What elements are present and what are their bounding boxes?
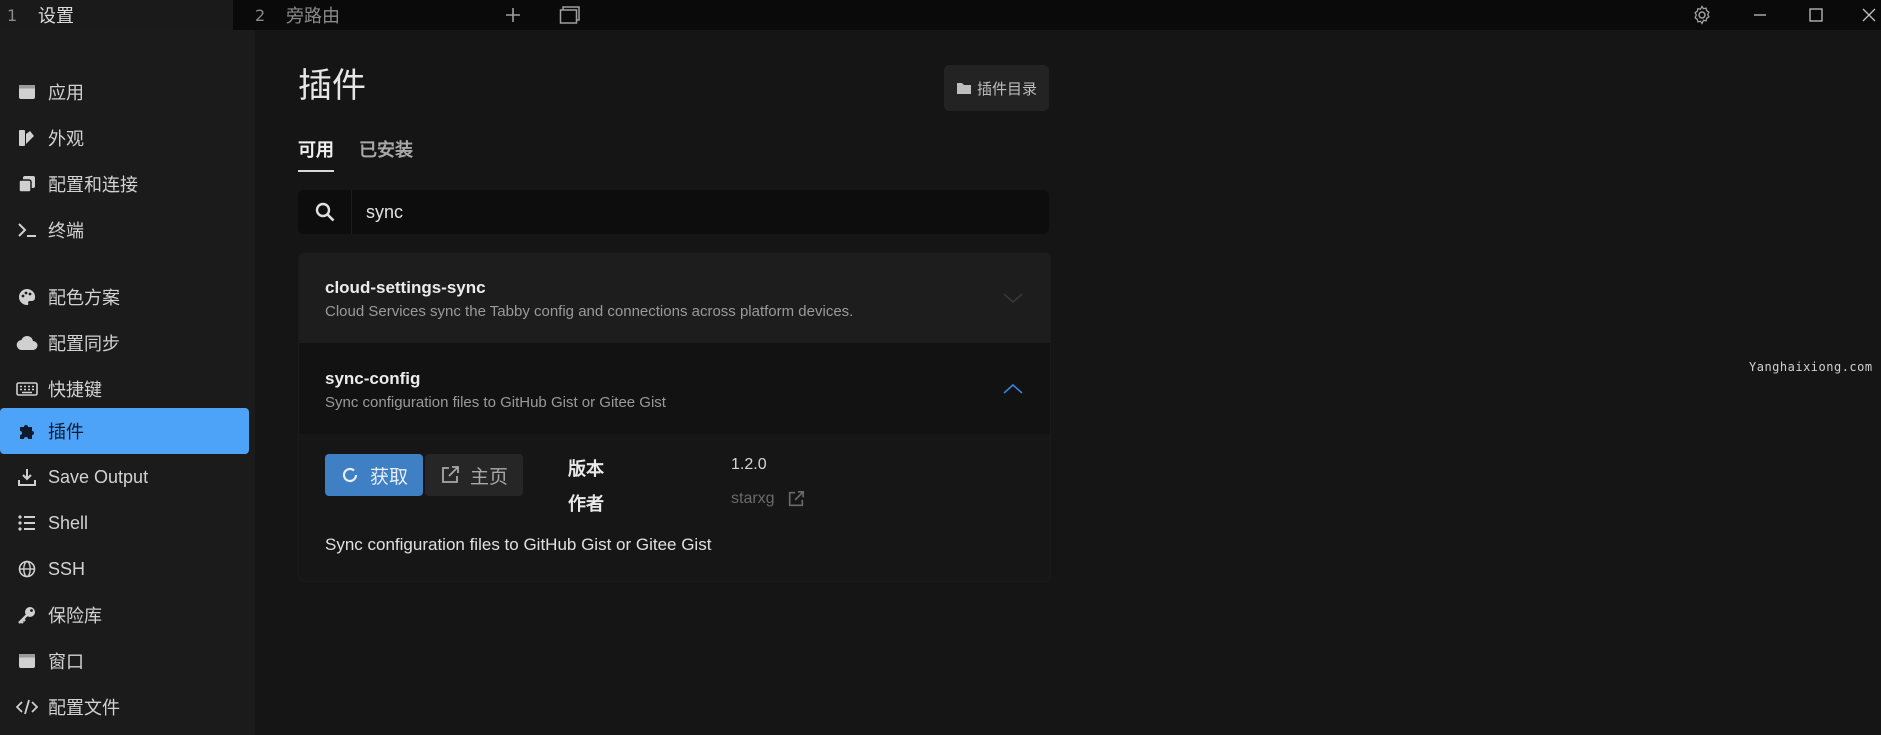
sidebar-item-label: 配置文件 (48, 698, 120, 718)
sidebar-item-label: Save Output (48, 466, 149, 487)
sidebar-item-hotkeys[interactable]: 快捷键 (0, 366, 249, 412)
author-value: starxg (731, 490, 775, 507)
tab-title: 旁路由 (286, 6, 340, 26)
title-bar: 1 设置 2 旁路由 (0, 0, 1881, 30)
sidebar-item-label: 快捷键 (48, 380, 102, 400)
tab-bypass-router[interactable]: 2 旁路由 (235, 0, 475, 30)
search-divider (351, 190, 352, 234)
sidebar-item-label: SSH (48, 558, 86, 579)
sidebar-item-color-scheme[interactable]: 配色方案 (0, 274, 249, 320)
plugin-name: cloud-settings-sync (325, 278, 486, 297)
homepage-button-label: 主页 (469, 466, 508, 488)
sidebar-item-label: 窗口 (48, 652, 84, 672)
sidebar-item-vault[interactable]: 保险库 (0, 592, 249, 638)
sidebar-item-profiles[interactable]: 配置和连接 (0, 161, 249, 207)
window-icon (16, 81, 38, 103)
tab-number: 1 (7, 5, 18, 25)
sidebar-item-config-sync[interactable]: 配置同步 (0, 320, 249, 366)
key-icon (16, 604, 38, 626)
window-icon (16, 650, 38, 672)
plugin-details: 获取 主页 版本 1.2.0 作者 starxg Sync configurat… (299, 434, 1050, 581)
sidebar-item-label: 应用 (48, 83, 84, 103)
plugin-directory-label: 插件目录 (976, 80, 1037, 98)
sidebar-item-save-output[interactable]: Save Output (0, 454, 249, 500)
sidebar-item-ssh[interactable]: SSH (0, 546, 249, 592)
download-icon (16, 466, 38, 488)
terminal-icon (16, 219, 38, 241)
tab-number: 2 (255, 5, 266, 25)
maximize-icon[interactable] (1804, 3, 1828, 27)
plugin-description: Cloud Services sync the Tabby config and… (325, 303, 854, 320)
code-icon (16, 696, 38, 718)
plugin-item-sync-config[interactable]: sync-config Sync configuration files to … (299, 344, 1050, 434)
sidebar-item-plugins[interactable]: 插件 (0, 408, 249, 454)
sidebar-item-terminal[interactable]: 终端 (0, 207, 249, 253)
folder-icon (956, 81, 972, 95)
globe-icon (16, 558, 38, 580)
plugin-name: sync-config (325, 369, 421, 388)
sidebar-item-shell[interactable]: Shell (0, 500, 249, 546)
external-link-icon (440, 465, 460, 485)
refresh-icon (340, 465, 360, 485)
homepage-button[interactable]: 主页 (425, 454, 523, 496)
version-value: 1.2.0 (731, 456, 767, 473)
plugin-description: Sync configuration files to GitHub Gist … (325, 394, 666, 411)
sidebar-item-config-file[interactable]: 配置文件 (0, 684, 249, 730)
search-bar (298, 190, 1049, 234)
sidebar-item-label: 配色方案 (48, 288, 120, 308)
page-title: 插件 (298, 67, 366, 105)
sidebar-item-appearance[interactable]: 外观 (0, 115, 249, 161)
tab-installed[interactable]: 已安装 (359, 136, 413, 162)
list-icon (16, 512, 38, 534)
sidebar-item-label: 外观 (48, 129, 84, 149)
window-icon[interactable] (558, 3, 582, 27)
palette-swatch-icon (16, 127, 38, 149)
plugin-directory-button[interactable]: 插件目录 (944, 65, 1049, 111)
search-input[interactable] (366, 190, 1036, 234)
sidebar-item-label: 终端 (48, 221, 84, 241)
get-button-label: 获取 (369, 466, 408, 488)
author-link[interactable]: starxg (731, 490, 805, 508)
tab-available[interactable]: 可用 (298, 136, 334, 162)
get-button[interactable]: 获取 (325, 454, 423, 496)
puzzle-icon (16, 420, 38, 442)
sidebar-item-label: 配置同步 (48, 334, 120, 354)
palette-icon (16, 286, 38, 308)
plugin-item-cloud-settings-sync[interactable]: cloud-settings-sync Cloud Services sync … (299, 253, 1050, 344)
sidebar-item-label: 配置和连接 (48, 175, 138, 195)
gear-icon[interactable] (1690, 3, 1714, 27)
version-label: 版本 (568, 459, 604, 479)
keyboard-icon (16, 378, 38, 400)
tab-title: 设置 (38, 6, 74, 26)
chevron-down-icon[interactable] (1002, 287, 1024, 309)
author-label: 作者 (568, 494, 604, 514)
copy-icon (16, 173, 38, 195)
sidebar-item-label: 保险库 (48, 606, 102, 626)
minimize-icon[interactable] (1748, 3, 1772, 27)
external-link-icon (787, 490, 805, 508)
search-icon (298, 190, 351, 234)
cloud-icon (16, 332, 38, 354)
tab-settings[interactable]: 1 设置 (0, 0, 233, 30)
sidebar-item-label: 插件 (48, 422, 84, 442)
tab-active-indicator (298, 170, 334, 172)
plugin-long-description: Sync configuration files to GitHub Gist … (325, 535, 712, 554)
plugin-list: cloud-settings-sync Cloud Services sync … (298, 252, 1051, 582)
sidebar-item-window[interactable]: 窗口 (0, 638, 249, 684)
chevron-up-icon[interactable] (1002, 378, 1024, 400)
close-icon[interactable] (1857, 3, 1881, 27)
sidebar-item-label: Shell (48, 512, 89, 533)
sidebar: 应用 外观 配置和连接 终端 配色方案 配置同步 快捷键 插件 Save Out… (0, 30, 255, 735)
sidebar-item-app[interactable]: 应用 (0, 69, 249, 115)
watermark: Yanghaixiong.com (1749, 360, 1873, 374)
plus-icon[interactable] (501, 3, 525, 27)
